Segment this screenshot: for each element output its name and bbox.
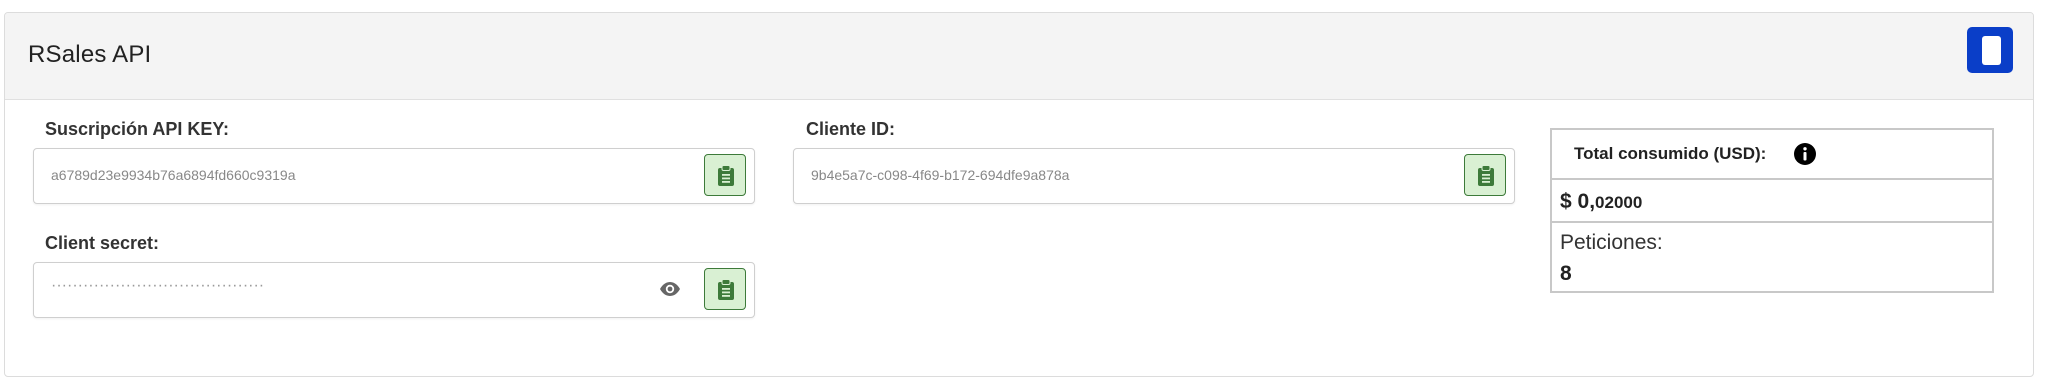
cost-decimal: 02000	[1595, 193, 1643, 212]
currency-symbol: $	[1560, 190, 1572, 213]
api-key-label: Suscripción API KEY:	[45, 119, 230, 139]
total-consumed-label: Total consumido (USD):	[1574, 144, 1767, 163]
info-icon[interactable]	[1793, 142, 1817, 166]
client-secret-field[interactable]: ········································	[33, 262, 755, 318]
total-cost-value: $ 0,02000	[1560, 190, 1642, 214]
client-secret-label: Client secret:	[45, 233, 160, 253]
copy-api-key-button[interactable]	[704, 154, 746, 196]
usage-stats-table: Total consumido (USD): $ 0,02000 Peticio…	[1550, 128, 1994, 293]
api-key-field[interactable]: a6789d23e9934b76a6894fd660c9319a	[33, 148, 755, 204]
eye-icon[interactable]	[659, 281, 681, 297]
client-id-value: 9b4e5a7c-c098-4f69-b172-694dfe9a878a	[811, 167, 1070, 183]
client-id-label: Cliente ID:	[806, 119, 896, 139]
clipboard-icon	[1478, 165, 1494, 186]
panel-toggle-button[interactable]	[1967, 27, 2013, 73]
api-key-value: a6789d23e9934b76a6894fd660c9319a	[51, 167, 296, 183]
panel-toggle-icon	[1982, 36, 2001, 65]
total-consumed-header: Total consumido (USD):	[1552, 130, 1992, 180]
requests-row: Peticiones: 8	[1552, 223, 1992, 291]
total-cost-row: $ 0,02000	[1552, 180, 1992, 223]
client-secret-masked-value: ········································	[51, 277, 265, 294]
requests-label: Peticiones:	[1560, 231, 1663, 254]
requests-value: 8	[1560, 262, 1572, 285]
client-id-field[interactable]: 9b4e5a7c-c098-4f69-b172-694dfe9a878a	[793, 148, 1515, 204]
cost-integer: 0,	[1577, 190, 1596, 213]
copy-client-id-button[interactable]	[1464, 154, 1506, 196]
card-title: RSales API	[28, 41, 152, 68]
clipboard-icon	[718, 165, 734, 186]
clipboard-icon	[718, 279, 734, 300]
card-header: RSales API	[5, 13, 2033, 100]
copy-client-secret-button[interactable]	[704, 268, 746, 310]
rsales-api-card: RSales API Suscripción API KEY: a6789d23…	[4, 12, 2034, 377]
